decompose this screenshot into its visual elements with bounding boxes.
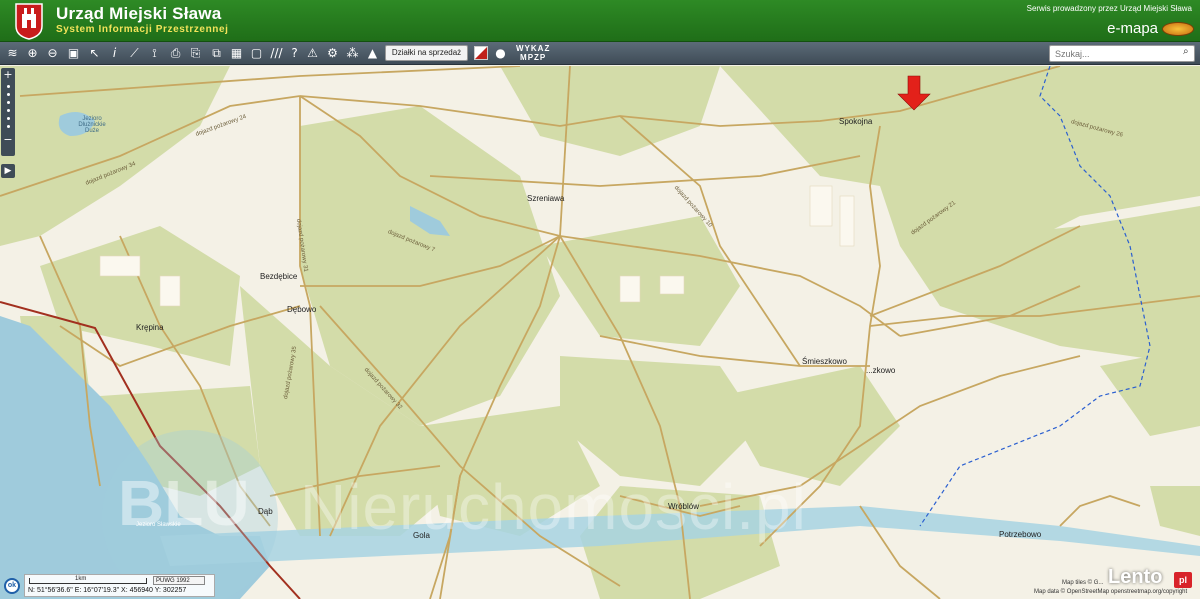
zoom-slider[interactable]: + −: [1, 68, 15, 156]
settings-icon[interactable]: ⚙: [324, 45, 341, 62]
app-header: Urząd Miejski Sława System Informacji Pr…: [0, 0, 1200, 42]
app-title: Urząd Miejski Sława: [56, 4, 222, 23]
lento-brand: Lento: [1108, 566, 1163, 588]
service-note: Serwis prowadzony przez Urząd Miejski Sł…: [1026, 4, 1192, 13]
watermark-nieruchomosci: Nieruchomosci.pl: [300, 471, 807, 543]
hatch-icon[interactable]: ///: [268, 45, 285, 62]
parcels-for-sale-button[interactable]: Działki na sprzedaż: [385, 45, 468, 61]
lake-label-slawskie: Jezioro Sławskie: [136, 522, 181, 528]
place-label-gola: Gola: [413, 531, 430, 540]
info-icon[interactable]: i: [106, 45, 123, 62]
scale-label: 1km: [75, 576, 87, 582]
layout-icon[interactable]: ⧉: [208, 45, 225, 62]
search-input[interactable]: [1049, 45, 1195, 62]
data-attribution[interactable]: Map data © OpenStreetMap openstreetmap.o…: [1034, 589, 1187, 595]
warning-icon[interactable]: ⚠: [304, 45, 321, 62]
wykaz-label: WYKAZ: [516, 44, 551, 53]
place-label-dab: Dąb: [258, 507, 273, 516]
help-icon[interactable]: ?: [286, 45, 303, 62]
zoom-tick[interactable]: [6, 101, 10, 104]
mpzp-label: MPZP: [520, 53, 547, 62]
network-icon[interactable]: ⁂: [344, 45, 361, 62]
place-label-bezdebice: Bezdębice: [260, 272, 298, 281]
place-label-potrzebowo: Potrzebowo: [999, 530, 1042, 539]
layers-icon[interactable]: ≋: [4, 45, 21, 62]
comment-icon[interactable]: ▢: [248, 45, 265, 62]
coordinates-readout: N: 51°56'36.6" E: 16°07'19.3" X: 456940 …: [28, 587, 187, 594]
zoom-tick[interactable]: [6, 85, 10, 88]
watermark-blu: BLU: [118, 467, 250, 539]
place-label-zkowo: ...zkowo: [866, 366, 896, 375]
zoom-tick[interactable]: [6, 93, 10, 96]
brand-label[interactable]: e-mapa: [1107, 20, 1158, 37]
place-label-spokojna: Spokojna: [839, 117, 873, 126]
zoom-extent-icon[interactable]: ▣: [65, 45, 82, 62]
copy-icon[interactable]: ⎘: [187, 45, 204, 62]
crest-icon: [15, 3, 43, 40]
map-toolbar: ≋ ⊕ ⊖ ▣ ↖ i ⟋ ⟟ ⎙ ⎘ ⧉ ▦ ▢ /// ? ⚠ ⚙ ⁂ ▲ …: [0, 42, 1200, 65]
print-icon[interactable]: ⎙: [167, 45, 184, 62]
place-label-smieszkowo: Śmieszkowo: [802, 357, 847, 366]
lake-label-dluznickie: Jezioro Dlużnickie Duże: [78, 116, 106, 134]
zoom-plus-icon[interactable]: +: [1, 69, 15, 80]
ok-button[interactable]: ok: [4, 578, 20, 594]
pointer-icon[interactable]: ↖: [86, 45, 103, 62]
terrain-icon[interactable]: ▲: [364, 45, 381, 62]
chat-icon[interactable]: ●: [492, 45, 509, 62]
lento-pl-badge: pl: [1174, 572, 1192, 588]
place-label-szreniawa: Szreniawa: [527, 194, 565, 203]
zoom-tick[interactable]: [6, 109, 10, 112]
grid-icon[interactable]: ▦: [228, 45, 245, 62]
zoom-out-icon[interactable]: ⊖: [44, 45, 61, 62]
zoom-tick[interactable]: [6, 117, 10, 120]
status-bar: 1km PUWG 1992 N: 51°56'36.6" E: 16°07'19…: [24, 574, 215, 597]
measure-area-icon[interactable]: ⟟: [146, 45, 163, 62]
zoom-in-icon[interactable]: ⊕: [24, 45, 41, 62]
place-label-krepina: Krępina: [136, 323, 164, 332]
app-subtitle: System Informacji Przestrzennej: [56, 24, 229, 35]
zoom-tick[interactable]: [6, 125, 10, 128]
measure-line-icon[interactable]: ⟋: [126, 45, 143, 62]
scale-bar: [29, 578, 147, 584]
panel-expand-icon[interactable]: ▶: [1, 164, 15, 178]
place-label-wroblow: Wróblów: [668, 502, 699, 511]
map-canvas[interactable]: BLU Nieruchomosci.pl Spokojna Szreniawa …: [0, 66, 1200, 599]
tiles-attribution: Map tiles © G...: [1062, 580, 1104, 586]
emapa-logo-icon[interactable]: [1162, 22, 1194, 36]
place-label-debowo: Dębowo: [287, 305, 317, 314]
parcel-highlight-icon[interactable]: [474, 46, 488, 60]
zoom-minus-icon[interactable]: −: [1, 134, 15, 145]
wykaz-mpzp-button[interactable]: WYKAZ MPZP: [516, 44, 550, 62]
crs-select[interactable]: PUWG 1992: [153, 576, 205, 585]
search-icon[interactable]: ⌕: [1183, 46, 1195, 60]
